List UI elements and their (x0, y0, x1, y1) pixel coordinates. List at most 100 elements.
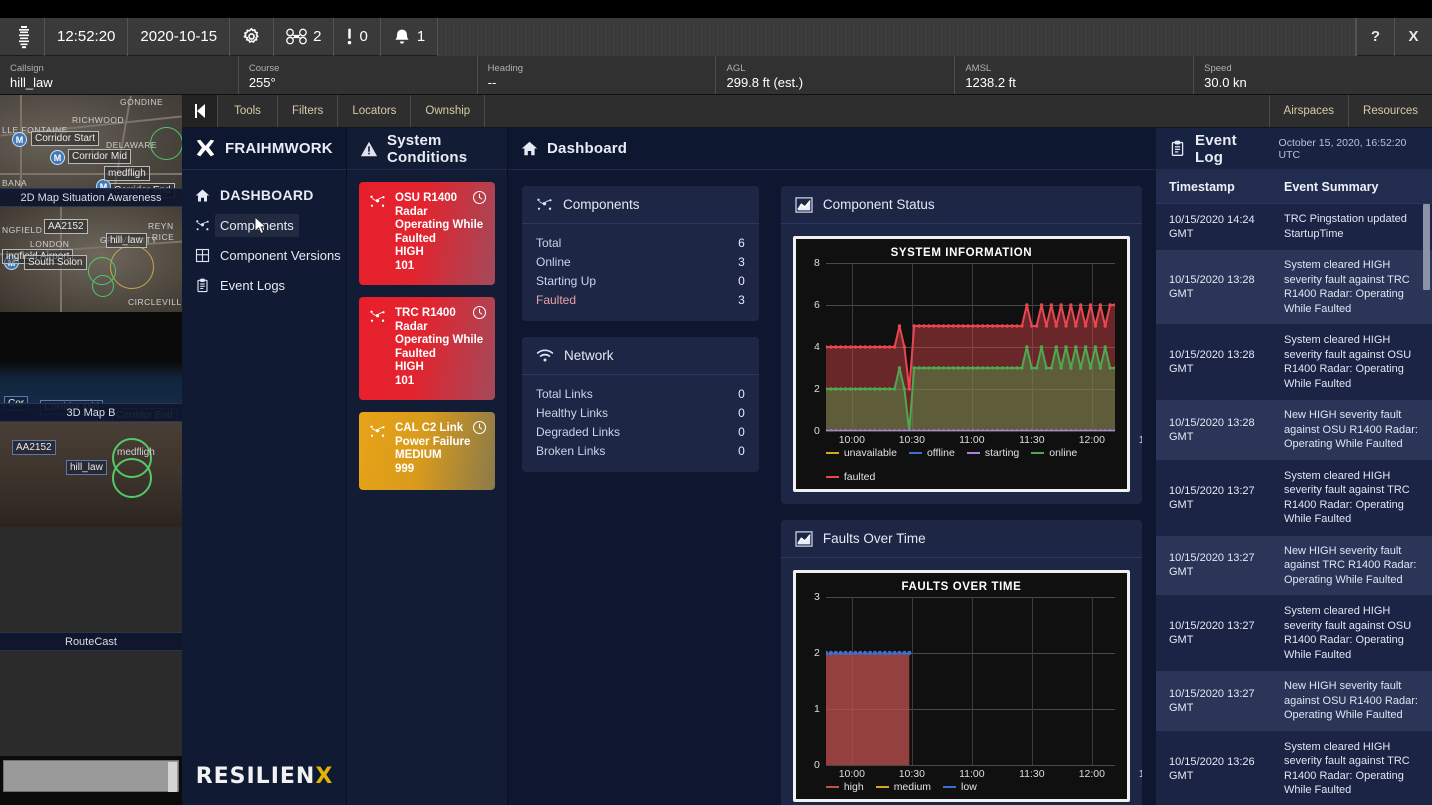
series-marker (858, 387, 861, 390)
close-button[interactable]: X (1394, 18, 1432, 56)
series-area (826, 653, 909, 765)
tool-tab-resources[interactable]: Resources (1348, 95, 1432, 127)
series-marker (858, 345, 861, 348)
sidebar-item-event-logs[interactable]: Event Logs (182, 270, 346, 300)
history-clock-icon[interactable] (472, 190, 487, 205)
condition-card[interactable]: CAL C2 Link Power Failure MEDIUM 999 (359, 412, 495, 490)
series-marker (927, 324, 930, 327)
kv-row: Starting Up 0 (536, 271, 745, 290)
tool-tab-filters[interactable]: Filters (278, 95, 338, 127)
x-axis-tick: 12:00 (1079, 434, 1105, 446)
kv-row: Total 6 (536, 233, 745, 252)
event-summary: System cleared HIGH severity fault again… (1278, 596, 1432, 670)
series-marker (991, 324, 994, 327)
table-row[interactable]: 10/15/2020 13:28 GMTSystem cleared HIGH … (1156, 250, 1432, 325)
alert-count-indicator[interactable]: 0 (334, 18, 380, 56)
table-row[interactable]: 10/15/2020 13:27 GMTNew HIGH severity fa… (1156, 671, 1432, 732)
series-marker (947, 324, 950, 327)
series-marker (1103, 345, 1106, 348)
series-marker (1025, 303, 1028, 306)
event-summary: TRC Pingstation updated StartupTime (1278, 204, 1432, 249)
x-axis-tick: 11:30 (1019, 768, 1045, 780)
series-marker (863, 345, 866, 348)
event-log-scrollbar-thumb[interactable] (1423, 204, 1430, 290)
telemetry-label: AGL (726, 62, 944, 75)
drone-count-indicator[interactable]: 2 (274, 18, 334, 56)
series-marker (951, 366, 954, 369)
map-town-label: BANA (2, 178, 27, 188)
routecast-pane[interactable]: RouteCast (0, 632, 182, 651)
event-summary: New HIGH severity fault against TRC R140… (1278, 536, 1432, 596)
fraihmwork-brand-header: FRAIHMWORK (182, 128, 346, 170)
table-row[interactable]: 10/15/2020 13:27 GMTNew HIGH severity fa… (1156, 536, 1432, 597)
y-axis-tick: 8 (814, 257, 820, 269)
table-row[interactable]: 10/15/2020 13:27 GMTSystem cleared HIGH … (1156, 596, 1432, 671)
legend-item: unavailable (826, 447, 897, 459)
series-marker (833, 651, 837, 655)
bottom-scroll-widget[interactable] (0, 756, 182, 796)
component-status-chart-frame: SYSTEM INFORMATION 0246810:0010:3011:001… (793, 236, 1130, 492)
map-3d-preview[interactable]: Cor Corridor Mid Corridor End 3D Map B (0, 312, 182, 422)
series-marker (1103, 324, 1106, 327)
component-status-plot-area: 0246810:0010:3011:0011:3012:0012:30 (826, 263, 1115, 431)
event-timestamp: 10/15/2020 14:24 GMT (1156, 204, 1278, 249)
table-row[interactable]: 10/15/2020 13:27 GMTSystem cleared HIGH … (1156, 461, 1432, 536)
map-caption: 3D Map B (0, 403, 182, 422)
map-3d-b[interactable]: NGFIELD LONDON GROVE CITY CIRCLEVILL REY… (0, 207, 182, 312)
series-marker (1025, 345, 1028, 348)
series-marker (927, 366, 930, 369)
series-marker (897, 651, 901, 655)
collapse-left-icon[interactable] (182, 95, 218, 127)
series-marker (947, 366, 950, 369)
event-log-header: Event Log October 15, 2020, 16:52:20 UTC (1156, 128, 1432, 170)
table-row[interactable]: 10/15/2020 13:26 GMTSystem cleared HIGH … (1156, 732, 1432, 805)
legend-label: low (961, 781, 977, 793)
series-marker (854, 345, 857, 348)
kv-value: 0 (738, 444, 745, 458)
gear-icon (242, 27, 261, 46)
help-button[interactable]: ? (1356, 18, 1394, 56)
series-marker (844, 387, 847, 390)
notification-indicator[interactable]: 1 (381, 18, 438, 56)
map-3d-ownship[interactable]: AA2152 hill_law medfligh (0, 422, 182, 527)
dashboard-panel: Dashboard Components (508, 128, 1156, 805)
series-marker (986, 324, 989, 327)
application-window: 12:52:20 2020-10-15 2 (0, 0, 1432, 805)
tool-tab-tools[interactable]: Tools (218, 95, 278, 127)
tool-tab-locators[interactable]: Locators (338, 95, 411, 127)
history-clock-icon[interactable] (472, 305, 487, 320)
tool-tab-ownship[interactable]: Ownship (411, 95, 485, 127)
event-log-list[interactable]: 10/15/2020 14:24 GMTTRC Pingstation upda… (1156, 204, 1432, 805)
series-marker (1108, 303, 1111, 306)
scroll-thumb[interactable] (168, 762, 177, 792)
scroll-track[interactable] (3, 760, 179, 792)
table-row[interactable]: 10/15/2020 13:28 GMTNew HIGH severity fa… (1156, 400, 1432, 461)
map-caption: RouteCast (0, 632, 182, 651)
telemetry-amsl: AMSL 1238.2 ft (955, 56, 1194, 94)
components-icon (369, 192, 387, 273)
event-timestamp: 10/15/2020 13:28 GMT (1156, 250, 1278, 324)
series-marker (996, 324, 999, 327)
exclamation-icon (346, 27, 353, 46)
map-pin[interactable]: M (12, 132, 27, 147)
tool-tab-airspaces[interactable]: Airspaces (1269, 95, 1349, 127)
table-row[interactable]: 10/15/2020 13:28 GMTSystem cleared HIGH … (1156, 325, 1432, 400)
map-town-label: REYN (148, 221, 174, 231)
sidebar-item-component-versions[interactable]: Component Versions (182, 240, 346, 270)
series-marker (966, 324, 969, 327)
series-marker (892, 651, 896, 655)
condition-card[interactable]: OSU R1400 Radar Operating While Faulted … (359, 182, 495, 285)
map-2d-situation-awareness[interactable]: RICHWOOD DELAWARE LLE FONTAINE BANA GOND… (0, 95, 182, 207)
event-summary: New HIGH severity fault against OSU R140… (1278, 671, 1432, 731)
condition-card[interactable]: TRC R1400 Radar Operating While Faulted … (359, 297, 495, 400)
map-town-label: CIRCLEVILL (128, 297, 182, 307)
history-clock-icon[interactable] (472, 420, 487, 435)
drone-count-label: 2 (313, 28, 321, 45)
sidebar-item-dashboard[interactable]: DASHBOARD (182, 180, 346, 210)
map-pin[interactable]: M (50, 150, 65, 165)
table-row[interactable]: 10/15/2020 14:24 GMTTRC Pingstation upda… (1156, 204, 1432, 250)
series-marker (887, 651, 891, 655)
network-summary-card: Network Total Links 0 Healthy Links 0 De… (522, 337, 759, 472)
settings-button[interactable] (230, 18, 274, 56)
system-conditions-header: System Conditions (347, 128, 507, 170)
